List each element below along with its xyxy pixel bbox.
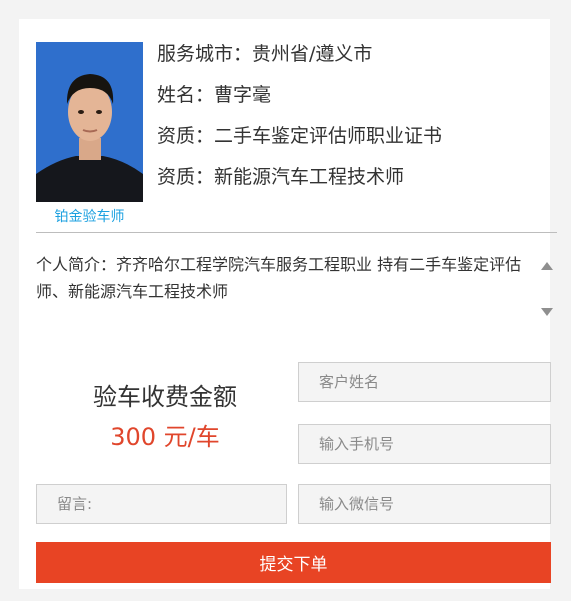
personal-intro: 个人简介：齐齐哈尔工程学院汽车服务工程职业 持有二手车鉴定评估师、新能源汽车工程… <box>36 255 522 301</box>
price-value: 300 元/车 <box>110 423 220 451</box>
inspector-card: 铂金验车师 服务城市：贵州省/遵义市 姓名：曹字毫 资质：二手车鉴定评估师职业证… <box>19 19 557 589</box>
wechat-input[interactable] <box>298 484 551 524</box>
inspector-info: 服务城市：贵州省/遵义市 姓名：曹字毫 资质：二手车鉴定评估师职业证书 资质：新… <box>157 39 442 203</box>
price-title: 验车收费金额 <box>93 383 237 411</box>
service-city: 服务城市：贵州省/遵义市 <box>157 43 373 65</box>
inspector-photo <box>36 42 143 202</box>
customer-name-input[interactable] <box>298 362 551 402</box>
qualification-2: 资质：新能源汽车工程技术师 <box>157 166 405 188</box>
triangle-down-icon[interactable] <box>541 308 553 316</box>
triangle-up-icon[interactable] <box>541 262 553 270</box>
inspector-name: 姓名：曹字毫 <box>157 84 272 106</box>
qualification-1: 资质：二手车鉴定评估师职业证书 <box>157 125 443 147</box>
submit-order-button[interactable]: 提交下单 <box>36 542 551 583</box>
divider <box>36 232 557 233</box>
message-input[interactable] <box>36 484 287 524</box>
inspector-level-badge: 铂金验车师 <box>54 209 125 225</box>
phone-input[interactable] <box>298 424 551 464</box>
